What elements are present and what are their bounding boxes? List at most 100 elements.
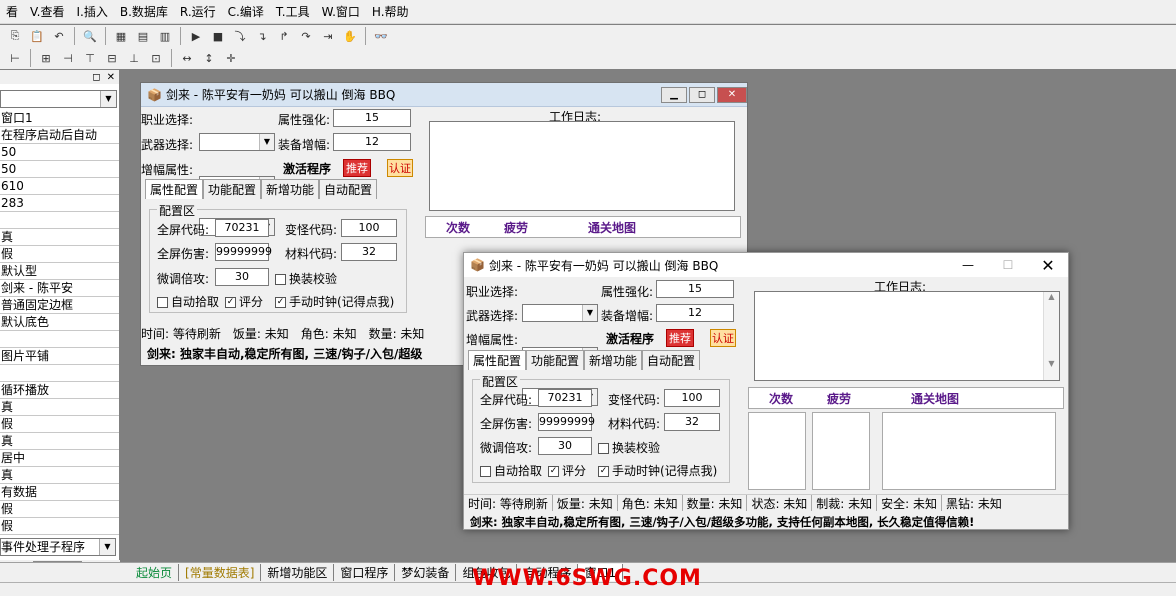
step-over-icon[interactable]: ↷ — [297, 27, 315, 45]
property-row[interactable]: 在程序启动后自动 — [0, 127, 119, 144]
property-row[interactable]: 假 — [0, 518, 119, 535]
tab-function-config[interactable]: 功能配置 — [203, 179, 262, 199]
tab-start-page[interactable]: 起始页 — [130, 564, 180, 581]
minimize-icon[interactable]: ▁ — [661, 86, 687, 103]
clock-checkbox[interactable]: ✓ 手动时钟(记得点我) — [598, 462, 717, 479]
property-row[interactable]: 居中 — [0, 450, 119, 467]
design-attr-input[interactable]: 15 — [333, 109, 411, 127]
property-row[interactable]: 真 — [0, 467, 119, 484]
event-combo[interactable]: 事件处理子程序 ▼ — [0, 538, 116, 556]
align-top-icon[interactable]: ⊤ — [81, 49, 99, 67]
count-list[interactable] — [748, 412, 806, 490]
step-out-icon[interactable]: ↱ — [275, 27, 293, 45]
design-fine-input[interactable]: 30 — [215, 268, 269, 286]
align-middle-icon[interactable]: ⊟ — [103, 49, 121, 67]
menu-insert[interactable]: I.插入 — [71, 3, 114, 20]
tab-new-function[interactable]: 新增功能 — [584, 350, 643, 370]
menu-view[interactable]: V.查看 — [24, 3, 70, 20]
property-row[interactable]: 真 — [0, 229, 119, 246]
menu-help[interactable]: H.帮助 — [366, 3, 415, 20]
fatigue-list[interactable] — [812, 412, 870, 490]
tab-new-area[interactable]: 新增功能区 — [261, 564, 335, 581]
menu-view-partial[interactable]: 看 — [0, 3, 24, 20]
tab-constant-table[interactable]: [常量数据表] — [179, 564, 262, 581]
design-equip-input[interactable]: 12 — [333, 133, 411, 151]
property-row[interactable]: 真 — [0, 399, 119, 416]
window-layout2-icon[interactable]: ▤ — [134, 27, 152, 45]
menu-run[interactable]: R.运行 — [174, 3, 222, 20]
property-row[interactable]: 窗口1 — [0, 110, 119, 127]
design-autopick-checkbox[interactable]: 自动拾取 — [157, 293, 219, 310]
tab-attr-config[interactable]: 属性配置 — [468, 350, 527, 370]
property-row[interactable]: 假 — [0, 501, 119, 518]
step-into-icon[interactable]: ↴ — [253, 27, 271, 45]
restore-icon[interactable]: ◻ — [92, 72, 100, 83]
design-log-box[interactable] — [429, 121, 735, 211]
tab-function-config[interactable]: 功能配置 — [526, 350, 585, 370]
tab-auto-config[interactable]: 自动配置 — [319, 179, 378, 199]
tab-window-program[interactable]: 窗口程序 — [334, 564, 396, 581]
minimize-icon[interactable]: — — [948, 258, 988, 272]
scroll-up-icon[interactable]: ▲ — [1044, 292, 1059, 301]
step-icon[interactable]: ⤵ — [231, 27, 249, 45]
maximize-icon[interactable]: ◻ — [689, 86, 715, 103]
align-left-icon[interactable]: ⊢ — [6, 49, 24, 67]
runtime-window[interactable]: 📦 剑来 - 陈平安有一奶妈 可以搬山 倒海 BBQ — ☐ ✕ 职业选择: ▼… — [463, 252, 1069, 530]
menu-compile[interactable]: C.编译 — [222, 3, 270, 20]
close-icon[interactable]: ✕ — [107, 72, 115, 83]
property-row[interactable] — [0, 331, 119, 348]
space-horizontal-icon[interactable]: ↔ — [178, 49, 196, 67]
scroll-down-icon[interactable]: ▼ — [1044, 359, 1059, 368]
autopick-checkbox[interactable]: 自动拾取 — [480, 462, 542, 479]
run-icon[interactable]: ▶ — [187, 27, 205, 45]
window-layout3-icon[interactable]: ▥ — [156, 27, 174, 45]
property-row[interactable]: 283 — [0, 195, 119, 212]
design-fsdmg-input[interactable]: 99999999 — [215, 243, 272, 261]
design-job-combo[interactable]: ▼ — [199, 133, 275, 151]
close-icon[interactable]: ✕ — [1028, 256, 1068, 275]
log-box[interactable]: ▲ ▼ — [754, 291, 1060, 381]
binoculars-icon[interactable]: 👓 — [372, 27, 390, 45]
window-layout-icon[interactable]: ▦ — [112, 27, 130, 45]
activate-button[interactable]: 激活程序 — [606, 330, 654, 347]
score-checkbox[interactable]: ✓ 评分 — [548, 462, 586, 479]
same-size-icon[interactable]: ⊡ — [147, 49, 165, 67]
property-row[interactable]: 剑来 - 陈平安 — [0, 280, 119, 297]
material-input[interactable]: 32 — [664, 413, 720, 431]
align-center-icon[interactable]: ⊞ — [37, 49, 55, 67]
attr-input[interactable]: 15 — [656, 280, 734, 298]
design-score-checkbox[interactable]: ✓ 评分 — [225, 293, 263, 310]
design-recommend-badge[interactable]: 推荐 — [343, 159, 371, 177]
fscode-input[interactable]: 70231 — [538, 389, 592, 407]
change-code-input[interactable]: 100 — [664, 389, 720, 407]
map-list[interactable] — [882, 412, 1056, 490]
recommend-badge[interactable]: 推荐 — [666, 329, 694, 347]
menu-window[interactable]: W.窗口 — [316, 3, 366, 20]
design-fscode-input[interactable]: 70231 — [215, 219, 269, 237]
fsdmg-input[interactable]: 99999999 — [538, 413, 595, 431]
swap-checkbox[interactable]: 换装校验 — [598, 439, 660, 456]
property-row[interactable]: 默认型 — [0, 263, 119, 280]
center-form-icon[interactable]: ✛ — [222, 49, 240, 67]
align-bottom-icon[interactable]: ⊥ — [125, 49, 143, 67]
tab-dream-equip[interactable]: 梦幻装备 — [395, 564, 457, 581]
undo-icon[interactable]: ↶ — [50, 27, 68, 45]
log-scrollbar[interactable]: ▲ ▼ — [1043, 292, 1059, 380]
property-row[interactable]: 假 — [0, 416, 119, 433]
object-selector[interactable]: ▼ — [0, 90, 117, 108]
fine-input[interactable]: 30 — [538, 437, 592, 455]
maximize-icon[interactable]: ☐ — [988, 258, 1028, 272]
property-row[interactable]: 50 — [0, 144, 119, 161]
property-row[interactable]: 50 — [0, 161, 119, 178]
find-icon[interactable]: 🔍 — [81, 27, 99, 45]
certify-badge[interactable]: 认证 — [710, 329, 736, 347]
tab-new-function[interactable]: 新增功能 — [261, 179, 320, 199]
property-row[interactable]: 循环播放 — [0, 382, 119, 399]
property-row[interactable]: 普通固定边框 — [0, 297, 119, 314]
menu-tools[interactable]: T.工具 — [270, 3, 316, 20]
run-to-cursor-icon[interactable]: ⇥ — [319, 27, 337, 45]
property-row[interactable]: 假 — [0, 246, 119, 263]
design-certify-badge[interactable]: 认证 — [387, 159, 413, 177]
design-change-code-input[interactable]: 100 — [341, 219, 397, 237]
tab-attr-config[interactable]: 属性配置 — [145, 179, 204, 199]
